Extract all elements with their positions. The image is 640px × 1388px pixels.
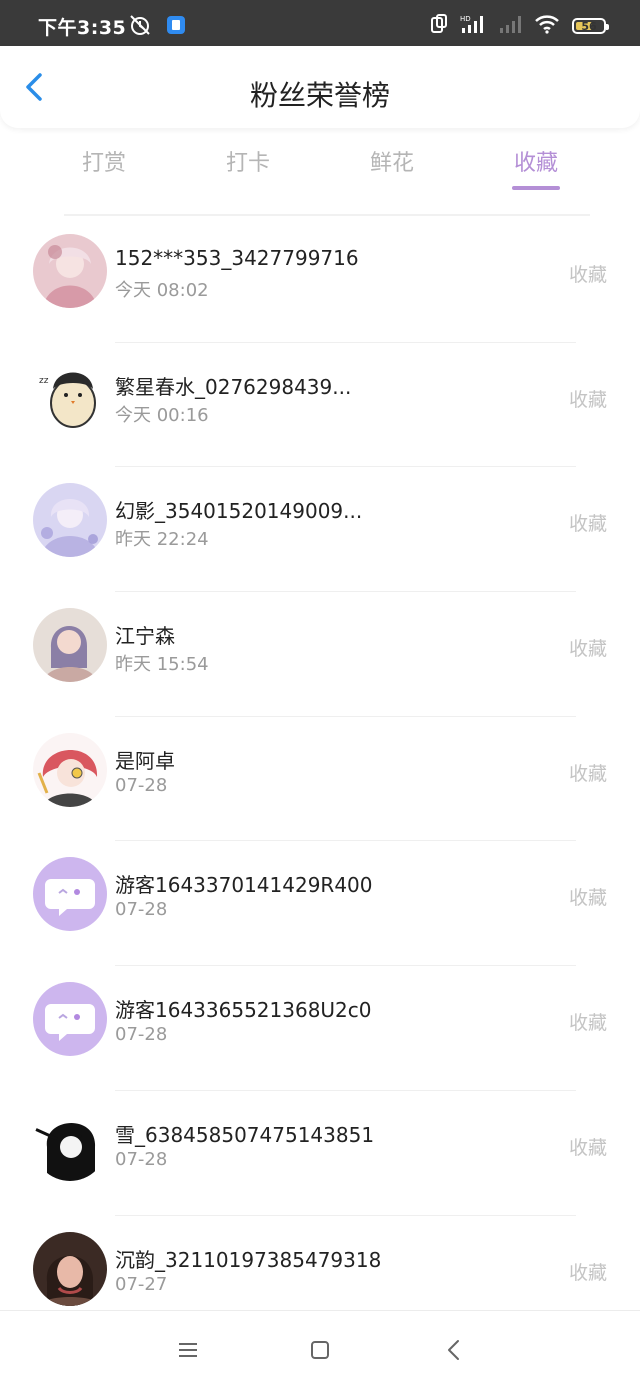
menu-icon [179,1343,197,1357]
user-name: 繁星春水_0276298439... [115,374,352,399]
tab-divider [64,214,590,216]
svg-text:zz: zz [39,376,49,386]
status-left-icons [128,14,186,40]
wifi-icon [534,14,560,38]
list-item[interactable]: 幻影_35401520149009... 昨天 22:24 收藏 [0,467,640,593]
signal-hd-icon: HD [460,14,486,38]
user-name: 游客1643370141429R400 [115,873,373,898]
list-item[interactable]: 雪_638458507475143851 07-28 收藏 [0,1091,640,1216]
user-name: 沉韵_32110197385479318 [115,1247,382,1272]
tab-checkin[interactable]: 打卡 [176,145,320,177]
user-name: 游客1643365521368U2c0 [115,998,372,1023]
active-tab-indicator [512,186,560,190]
user-time: 今天 08:02 [115,280,209,301]
user-time: 昨天 22:24 [115,529,209,551]
user-time: 07-28 [115,1148,168,1170]
status-time: 下午3:35 [38,17,127,39]
status-right-icons: HD 56 [430,14,609,38]
user-name: 雪_638458507475143851 [115,1122,375,1147]
default-chat-avatar-icon [33,857,107,932]
avatar[interactable]: zz [33,358,107,433]
pink-anime-avatar-icon [33,234,107,308]
list-item[interactable]: 152***353_3427799716 今天 08:02 收藏 [0,218,640,343]
status-bar: 下午3:35 HD 56 [0,0,640,46]
menu-button[interactable] [173,1335,203,1365]
home-square-icon [311,1341,329,1359]
list-item[interactable]: zz 繁星春水_0276298439... 今天 00:16 收藏 [0,343,640,468]
list-item[interactable]: 是阿卓 07-28 收藏 [0,717,640,842]
system-nav-bar [0,1310,640,1388]
signal-weak-icon [498,14,522,38]
penguin-avatar-icon: zz [33,358,107,433]
back-nav-button[interactable] [439,1335,469,1365]
app-notification-icon [166,15,186,39]
photo-avatar-icon [33,1231,107,1306]
home-button[interactable] [305,1335,335,1365]
user-name: 江宁森 [115,624,175,649]
page-title: 粉丝荣誉榜 [249,79,390,112]
list-item[interactable]: 游客1643365521368U2c0 07-28 收藏 [0,966,640,1091]
user-time: 07-28 [115,899,168,921]
default-chat-avatar-icon [33,982,107,1057]
lilac-anime-avatar-icon [33,483,107,558]
user-time: 07-28 [115,1024,168,1046]
favorite-label: 收藏 [568,388,607,411]
tab-flowers[interactable]: 鲜花 [320,145,464,177]
user-time: 07-27 [115,1273,168,1295]
bw-anime-avatar-icon [33,1106,107,1181]
alarm-off-icon [128,14,152,40]
user-time: 昨天 15:54 [115,654,209,676]
avatar[interactable] [33,234,107,308]
avatar[interactable] [33,982,107,1057]
favorite-label: 收藏 [568,264,607,286]
favorite-label: 收藏 [568,1261,607,1284]
avatar[interactable] [33,857,107,932]
tab-favorites[interactable]: 收藏 [464,145,608,177]
list-item[interactable]: 游客1643370141429R400 07-28 收藏 [0,841,640,967]
favorite-label: 收藏 [568,1136,607,1159]
battery-level: 56 [581,19,597,33]
svg-text:HD: HD [460,15,471,23]
user-name: 152***353_3427799716 [115,246,359,270]
header: 粉丝荣誉榜 [0,46,640,128]
favorite-label: 收藏 [568,1012,607,1035]
favorite-label: 收藏 [568,762,607,785]
fan-list: 152***353_3427799716 今天 08:02 收藏 zz 繁星春水… [0,218,640,1340]
redhair-anime-avatar-icon [33,732,107,807]
back-chevron-icon [448,1340,459,1360]
dual-sim-icon [430,14,448,38]
favorite-label: 收藏 [568,887,607,910]
user-name: 幻影_35401520149009... [115,499,363,524]
portrait-avatar-icon [33,608,107,683]
tab-reward[interactable]: 打赏 [32,145,176,177]
avatar[interactable] [33,483,107,558]
battery-icon: 56 [572,18,609,34]
avatar[interactable] [33,732,107,807]
list-item[interactable]: 江宁森 昨天 15:54 收藏 [0,592,640,717]
avatar[interactable] [33,1231,107,1306]
avatar[interactable] [33,1106,107,1181]
user-time: 07-28 [115,774,168,796]
favorite-label: 收藏 [568,513,607,536]
avatar[interactable] [33,608,107,683]
user-name: 是阿卓 [115,748,175,773]
favorite-label: 收藏 [568,638,607,661]
user-time: 今天 00:16 [115,404,209,426]
